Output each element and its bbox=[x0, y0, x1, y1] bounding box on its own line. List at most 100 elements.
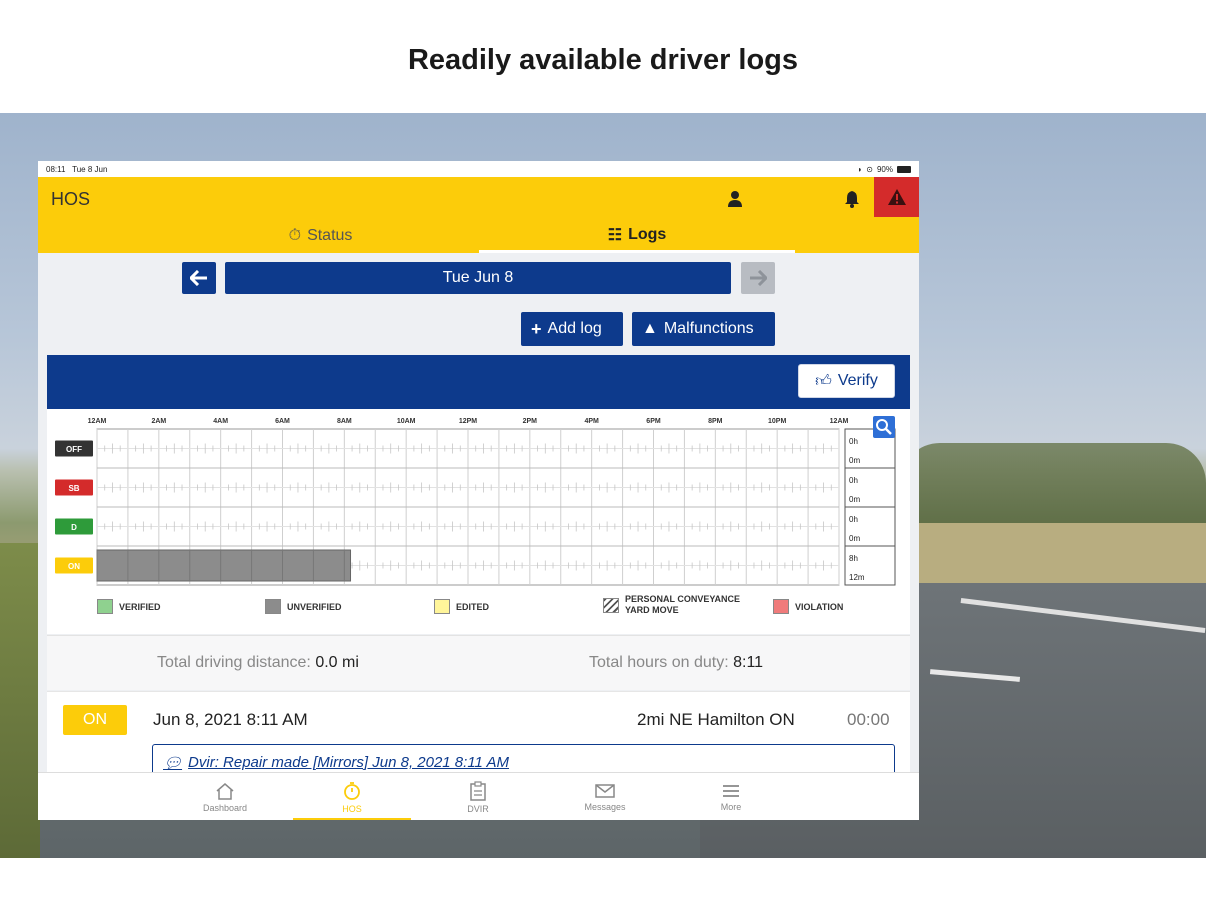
status-badge-label: ON bbox=[68, 562, 80, 571]
log-event-row[interactable]: ON Jun 8, 2021 8:11 AM 2mi NE Hamilton O… bbox=[47, 691, 910, 780]
time-label: 4AM bbox=[213, 418, 228, 425]
legend-swatch bbox=[773, 599, 789, 614]
envelope-icon bbox=[595, 783, 615, 798]
time-label: 6AM bbox=[275, 418, 290, 425]
nav-hos[interactable]: HOS bbox=[293, 773, 411, 820]
nav-dashboard-label: Dashboard bbox=[202, 802, 248, 813]
totals-row: Total driving distance: 0.0 mi Total hou… bbox=[47, 635, 910, 690]
arrow-right-icon bbox=[750, 270, 767, 286]
battery-percent: 90% bbox=[876, 164, 893, 174]
nav-dashboard[interactable]: Dashboard bbox=[166, 773, 284, 820]
arrow-left-icon bbox=[190, 270, 207, 286]
row-total-hours: 0h bbox=[849, 476, 858, 485]
malfunctions-button[interactable]: ▲ Malfunctions bbox=[632, 312, 775, 346]
tab-status[interactable]: ⏱ Status bbox=[168, 219, 473, 253]
time-label: 12AM bbox=[830, 418, 849, 425]
legend-item: VIOLATION bbox=[773, 599, 843, 614]
time-label: 10PM bbox=[768, 418, 786, 425]
app-title: HOS bbox=[51, 189, 91, 209]
current-date-field[interactable]: Tue Jun 8 bbox=[225, 262, 731, 294]
next-day-button[interactable] bbox=[741, 262, 775, 294]
nav-dvir[interactable]: DVIR bbox=[419, 773, 537, 820]
page-headline: Readily available driver logs bbox=[407, 44, 799, 76]
nav-dvir-label: DVIR bbox=[467, 803, 489, 814]
legend-label: VIOLATION bbox=[795, 601, 844, 612]
row-total-hours: 0h bbox=[849, 437, 858, 446]
tab-bar: ⏱ Status ☷ Logs bbox=[38, 219, 919, 253]
legend-swatch bbox=[434, 599, 450, 614]
background-grass bbox=[0, 543, 40, 858]
warning-icon bbox=[887, 189, 906, 205]
event-location: 2mi NE Hamilton ON bbox=[637, 710, 795, 729]
time-label: 8AM bbox=[337, 418, 352, 425]
thumbs-up-icon: 👍︎ bbox=[815, 372, 832, 390]
legend-item: PERSONAL CONVEYANCE YARD MOVE bbox=[603, 594, 740, 616]
time-label: 4PM bbox=[584, 418, 599, 425]
date-navigator: Tue Jun 8 bbox=[182, 262, 776, 294]
tab-logs[interactable]: ☷ Logs bbox=[479, 219, 795, 253]
legend-label: UNVERIFIED bbox=[287, 601, 342, 612]
user-icon[interactable] bbox=[726, 189, 744, 209]
bottom-navigation: Dashboard HOS DVIR Messages More bbox=[38, 772, 919, 820]
event-datetime: Jun 8, 2021 8:11 AM bbox=[153, 710, 308, 729]
warning-icon: ▲ bbox=[642, 320, 658, 337]
status-badge-label: SB bbox=[68, 484, 79, 493]
background-trees bbox=[900, 443, 1206, 533]
device-status-bar: 08:11 Tue 8 Jun ◗ ⊙ 90% bbox=[38, 161, 919, 177]
distance-value: 0.0 mi bbox=[315, 654, 359, 671]
log-graph[interactable]: 12AM 2AM 4AM 6AM 8AM 10AM 12PM 2PM 4PM 6PM 8PM 10PM… bbox=[47, 409, 910, 594]
row-total-minutes: 0m bbox=[849, 495, 860, 504]
hours-value: 8:11 bbox=[733, 654, 764, 671]
hours-label: Total hours on duty: bbox=[589, 654, 729, 671]
legend-item: UNVERIFIED bbox=[265, 599, 342, 614]
row-total-minutes: 0m bbox=[849, 534, 860, 543]
legend-item: EDITED bbox=[434, 599, 489, 614]
alert-button[interactable] bbox=[874, 177, 919, 217]
nav-more[interactable]: More bbox=[672, 773, 790, 820]
duty-segment bbox=[96, 549, 352, 582]
nav-hos-label: HOS bbox=[342, 803, 362, 814]
legend-label-line1: PERSONAL CONVEYANCE bbox=[625, 594, 741, 604]
malfunctions-label: Malfunctions bbox=[663, 320, 754, 337]
verify-bar: 👍︎ Verify bbox=[47, 355, 910, 409]
time-label: 12PM bbox=[459, 418, 477, 425]
total-hours-on-duty: Total hours on duty: 8:11 bbox=[589, 654, 763, 672]
legend-swatch bbox=[265, 599, 281, 614]
add-log-button[interactable]: + Add log bbox=[521, 312, 623, 346]
status-badge-label: OFF bbox=[66, 445, 82, 454]
zoom-button bbox=[873, 416, 895, 438]
legend-label: PERSONAL CONVEYANCE YARD MOVE bbox=[625, 594, 740, 616]
tablet-screen: 08:11 Tue 8 Jun ◗ ⊙ 90% HOS ⏱ Status ☷ L… bbox=[38, 161, 919, 820]
tab-logs-label: Logs bbox=[628, 225, 667, 243]
legend-label-line2: YARD MOVE bbox=[625, 605, 679, 615]
legend-label: EDITED bbox=[456, 601, 490, 612]
stopwatch-icon bbox=[344, 781, 360, 800]
time-label: 8PM bbox=[708, 418, 723, 425]
add-log-label: Add log bbox=[547, 320, 602, 337]
distance-label: Total driving distance: bbox=[157, 654, 311, 671]
tab-status-label: Status bbox=[307, 227, 353, 244]
home-icon bbox=[216, 782, 234, 800]
time-label: 12AM bbox=[88, 418, 107, 425]
row-total-hours: 0h bbox=[849, 515, 858, 524]
location-icon: ⊙ bbox=[866, 164, 873, 174]
row-total-minutes: 12m bbox=[849, 573, 865, 582]
background-field bbox=[900, 523, 1206, 583]
previous-day-button[interactable] bbox=[182, 262, 216, 294]
status-time: 08:11 bbox=[46, 164, 66, 174]
time-label: 2PM bbox=[523, 418, 538, 425]
comment-icon: 💬︎ bbox=[163, 755, 183, 772]
status-badge-label: D bbox=[71, 523, 77, 532]
event-note-text: Dvir: Repair made [Mirrors] Jun 8, 2021 … bbox=[188, 754, 510, 771]
row-total-hours: 8h bbox=[849, 554, 858, 563]
legend-swatch-hatched bbox=[603, 597, 619, 613]
row-total-minutes: 0m bbox=[849, 456, 860, 465]
nav-messages[interactable]: Messages bbox=[546, 773, 664, 820]
bell-icon[interactable] bbox=[843, 189, 861, 209]
verify-button[interactable]: 👍︎ Verify bbox=[798, 364, 895, 398]
time-label: 10AM bbox=[397, 418, 416, 425]
list-icon: ☷ bbox=[607, 226, 623, 244]
event-status-badge: ON bbox=[63, 705, 127, 735]
nav-messages-label: Messages bbox=[584, 801, 626, 812]
event-duration: 00:00 bbox=[847, 710, 890, 729]
